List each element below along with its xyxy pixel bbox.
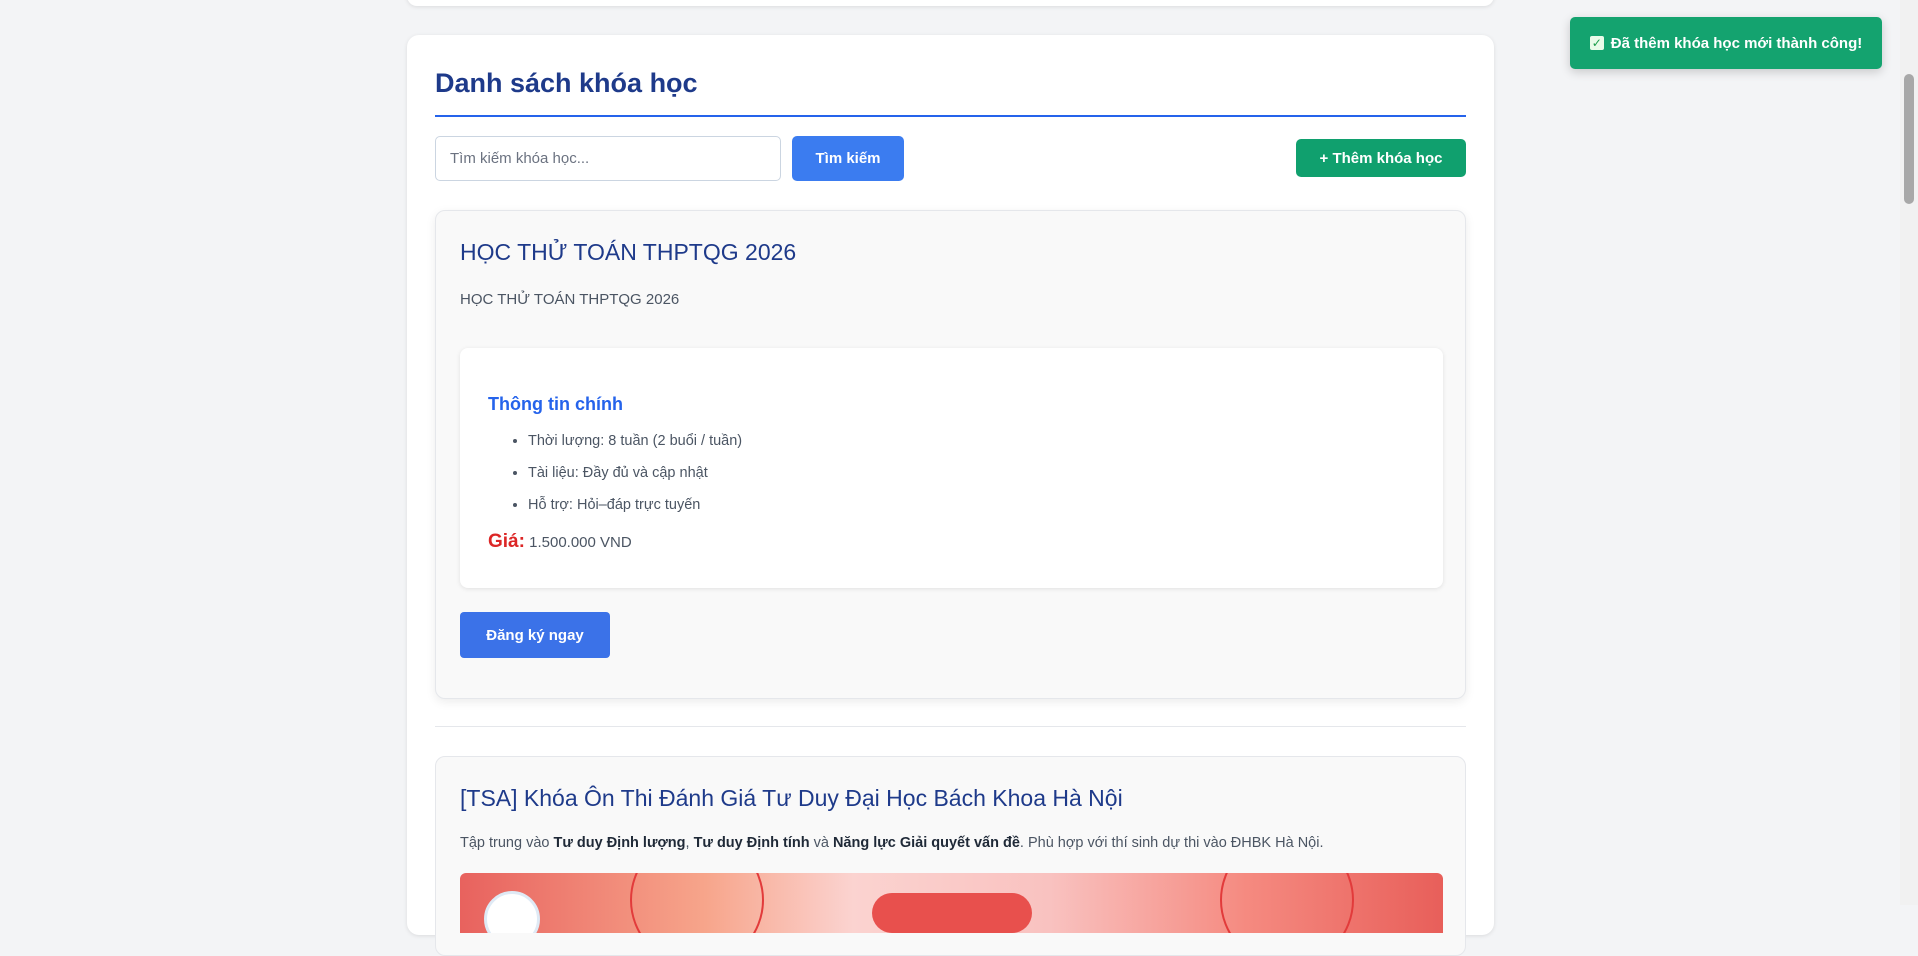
banner-decoration	[1220, 873, 1354, 933]
previous-card	[407, 0, 1494, 6]
banner-decoration	[630, 873, 764, 933]
title-underline	[435, 115, 1466, 117]
desc-text: Tập trung vào	[460, 835, 554, 851]
desc-bold: Tư duy Định lượng	[553, 835, 686, 851]
register-button[interactable]: Đăng ký ngay	[460, 612, 610, 658]
scrollbar-thumb[interactable]	[1904, 74, 1914, 204]
section-title: Danh sách khóa học	[435, 68, 698, 98]
course-card: [TSA] Khóa Ôn Thi Đánh Giá Tư Duy Đại Họ…	[435, 756, 1466, 956]
course-banner-image	[460, 873, 1443, 933]
search-button[interactable]: Tìm kiếm	[792, 136, 904, 181]
desc-text: ,	[685, 835, 694, 851]
desc-bold: Tư duy Định tính	[693, 835, 810, 851]
course-title: [TSA] Khóa Ôn Thi Đánh Giá Tư Duy Đại Họ…	[460, 785, 1123, 811]
price-value: 1.500.000 VND	[529, 534, 632, 551]
info-list: Thời lượng: 8 tuần (2 buổi / tuần) Tài l…	[488, 425, 742, 521]
desc-text: . Phù hợp với thí sinh dự thi vào ĐHBK H…	[1019, 835, 1324, 851]
scrollbar[interactable]	[1900, 0, 1918, 905]
logo-icon	[484, 891, 540, 933]
price-label: Giá:	[488, 531, 525, 552]
toast-message: Đã thêm khóa học mới thành công!	[1610, 34, 1863, 52]
course-title: HỌC THỬ TOÁN THPTQG 2026	[460, 239, 797, 265]
price-row: Giá: 1.500.000 VND	[488, 531, 632, 553]
course-description: HỌC THỬ TOÁN THPTQG 2026	[460, 291, 680, 308]
desc-text: và	[809, 835, 833, 851]
success-toast: ✓ Đã thêm khóa học mới thành công!	[1570, 17, 1882, 69]
info-item-materials: Tài liệu: Đầy đủ và cập nhật	[528, 457, 742, 489]
course-description: Tập trung vào Tư duy Định lượng, Tư duy …	[460, 835, 1323, 851]
check-icon: ✓	[1589, 36, 1604, 50]
info-heading: Thông tin chính	[488, 394, 623, 414]
banner-decoration	[872, 893, 1032, 933]
course-card: HỌC THỬ TOÁN THPTQG 2026 HỌC THỬ TOÁN TH…	[435, 210, 1466, 699]
search-input[interactable]	[435, 136, 781, 181]
info-item-support: Hỗ trợ: Hỏi–đáp trực tuyến	[528, 489, 742, 521]
course-list-panel: Danh sách khóa học Tìm kiếm + Thêm khóa …	[407, 35, 1494, 956]
add-course-button[interactable]: + Thêm khóa học	[1296, 139, 1466, 177]
desc-bold: Năng lực Giải quyết vấn đề	[832, 835, 1020, 851]
info-item-duration: Thời lượng: 8 tuần (2 buổi / tuần)	[528, 425, 742, 457]
course-info-box: Thông tin chính Thời lượng: 8 tuần (2 bu…	[460, 348, 1443, 588]
divider	[435, 726, 1466, 727]
